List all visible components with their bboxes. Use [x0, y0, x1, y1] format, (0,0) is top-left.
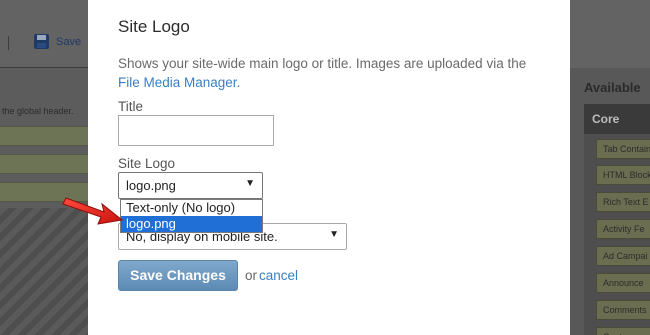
widget-item: Tab Contain: [596, 139, 650, 159]
toolbar-divider: [8, 36, 9, 50]
title-input[interactable]: [118, 115, 274, 146]
annotation-arrow-icon: [62, 197, 124, 225]
option-text-only[interactable]: Text-only (No logo): [121, 200, 262, 216]
dialog-description: Shows your site-wide main logo or title.…: [118, 54, 548, 92]
widget-item: Activity Fe: [596, 219, 650, 239]
description-text: Shows your site-wide main logo or title.…: [118, 56, 527, 71]
background-save-label: Save: [56, 36, 82, 48]
title-field-label: Title: [118, 99, 144, 114]
dialog-title: Site Logo: [118, 17, 190, 36]
file-media-manager-link[interactable]: File Media Manager: [118, 75, 237, 90]
site-logo-value: logo.png: [126, 178, 176, 193]
cancel-link[interactable]: cancel: [259, 268, 298, 283]
widgets-panel-title: Available: [584, 80, 641, 95]
background-region-bar: [0, 154, 88, 174]
widget-item: Ad Campai: [596, 246, 650, 266]
option-logo-png[interactable]: logo.png: [121, 216, 262, 232]
dropdown-arrow-icon: ▼: [245, 178, 255, 189]
background-region-bar: [0, 126, 88, 146]
widget-item: HTML Block: [596, 165, 650, 185]
save-changes-button[interactable]: Save Changes: [118, 260, 238, 291]
widget-item: Comments: [596, 300, 650, 320]
site-logo-options-list: Text-only (No logo) logo.png: [120, 199, 263, 233]
background-page-left: Save the global header.: [0, 0, 88, 335]
site-logo-dialog: Site Logo Shows your site-wide main logo…: [88, 0, 570, 335]
save-icon: [34, 34, 49, 49]
background-header-note: the global header.: [2, 106, 74, 116]
site-logo-label: Site Logo: [118, 156, 176, 171]
widget-item: Rich Text E: [596, 192, 650, 212]
description-end: .: [236, 75, 241, 90]
widget-item: Conten: [596, 327, 650, 335]
dropdown-arrow-icon: ▼: [329, 229, 339, 240]
widget-item: Announce: [596, 273, 650, 293]
background-toolbar-right: [570, 0, 650, 68]
or-label: or: [245, 268, 258, 283]
site-logo-select[interactable]: logo.png ▼: [118, 172, 263, 199]
widgets-group-header: Core: [584, 104, 650, 134]
background-widgets-panel: Available Core Tab Contain HTML Block Ri…: [570, 0, 650, 335]
